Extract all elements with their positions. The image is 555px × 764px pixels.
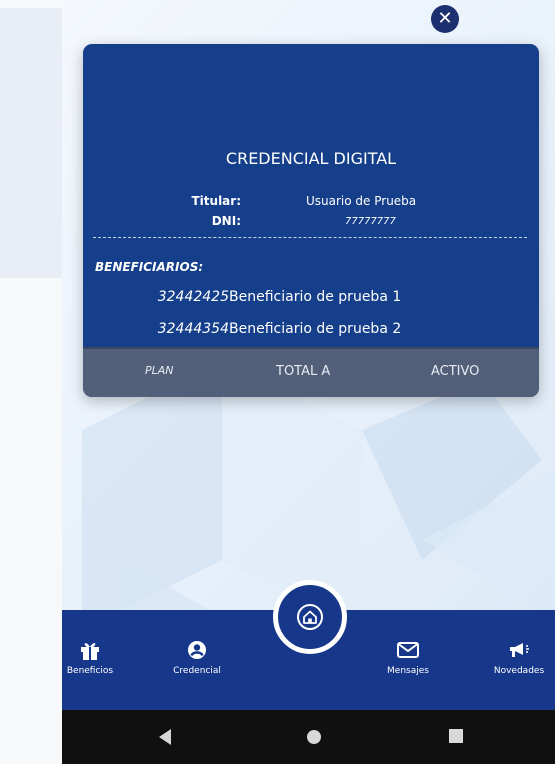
underlying-app-header	[0, 8, 62, 278]
nav-label: Mensajes	[387, 666, 429, 676]
home-icon	[297, 604, 323, 630]
android-home-icon[interactable]	[305, 728, 323, 746]
beneficiarios-label: BENEFICIARIOS:	[95, 260, 204, 274]
nav-label: Credencial	[173, 666, 221, 676]
nav-item-beneficios[interactable]: Beneficios	[50, 640, 130, 676]
beneficiary-dni: 32444354	[157, 321, 229, 337]
nav-item-credencial[interactable]: Credencial	[157, 640, 237, 676]
user-circle-icon	[188, 641, 206, 659]
nav-label: Novedades	[493, 666, 545, 676]
card-footer: PLAN TOTAL A ACTIVO	[83, 347, 539, 397]
beneficiary-dni: 32442425	[157, 289, 229, 305]
gift-icon	[81, 643, 99, 660]
beneficiary-row: 32444354 Beneficiario de prueba 2	[158, 321, 402, 337]
dni-value: 77777777	[345, 216, 396, 227]
credential-card: CREDENCIAL DIGITAL Titular: Usuario de P…	[83, 44, 539, 397]
titular-value: Usuario de Prueba	[306, 194, 417, 208]
nav-label: Beneficios	[66, 666, 114, 676]
nav-item-novedades[interactable]: Novedades	[479, 640, 555, 676]
envelope-icon	[397, 642, 419, 658]
dni-label: DNI:	[211, 214, 241, 228]
megaphone-icon	[510, 643, 529, 657]
plan-label: PLAN	[145, 364, 174, 377]
android-navigation-bar	[62, 710, 555, 764]
beneficiary-row: 32442425 Beneficiario de prueba 1	[158, 289, 402, 305]
recents-icon[interactable]	[448, 728, 464, 744]
close-button[interactable]: ✕	[431, 5, 459, 33]
beneficiary-name: Beneficiario de prueba 2	[229, 321, 402, 337]
card-title: CREDENCIAL DIGITAL	[225, 149, 397, 168]
nav-item-mensajes[interactable]: Mensajes	[368, 640, 448, 676]
titular-label: Titular:	[191, 194, 241, 208]
divider	[93, 237, 527, 238]
home-button[interactable]	[273, 580, 347, 654]
status-value: ACTIVO	[431, 364, 480, 379]
close-icon: ✕	[437, 8, 453, 29]
back-icon[interactable]	[157, 728, 173, 746]
beneficiary-name: Beneficiario de prueba 1	[229, 289, 402, 305]
plan-value: TOTAL A	[276, 364, 331, 379]
